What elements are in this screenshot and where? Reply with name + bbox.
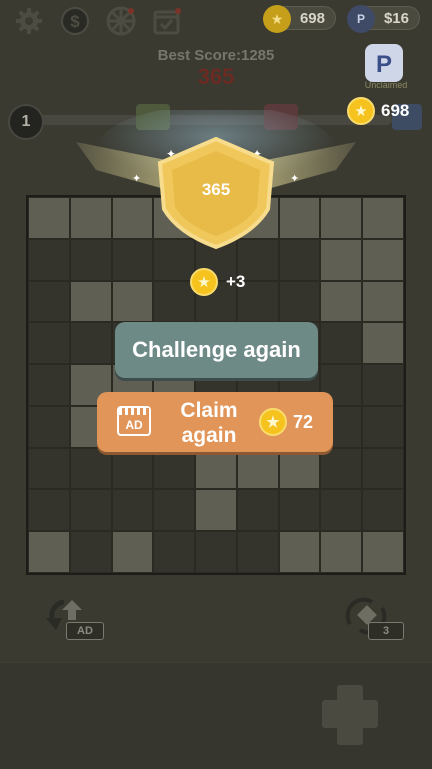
board-cell <box>195 531 237 573</box>
board-cell <box>28 322 70 365</box>
board-cell <box>278 531 321 573</box>
dollar-icon[interactable]: $ <box>60 6 90 36</box>
board-cell <box>153 531 196 573</box>
board-cell <box>320 322 363 365</box>
claim-line-1: Claim <box>180 399 238 422</box>
board-cell <box>153 447 196 490</box>
svg-text:✦: ✦ <box>290 173 299 185</box>
paypal-status: Unclaimed <box>364 80 408 90</box>
board-cell <box>28 405 70 448</box>
board-cell <box>320 447 363 490</box>
board-cell <box>195 447 237 490</box>
level-coin-reward: ★ 698 <box>347 97 409 125</box>
board-cell <box>195 489 237 532</box>
gear-icon[interactable] <box>14 6 44 36</box>
coin-balance-value: 698 <box>299 9 325 27</box>
coin-icon: ★ <box>259 408 287 436</box>
game-screen: $ ★ 698 P $16 Best Score:1285 365 P Uncl… <box>0 0 432 769</box>
board-cell <box>153 280 196 323</box>
board-cell <box>320 531 363 573</box>
challenge-again-button[interactable]: Challenge again <box>115 322 318 378</box>
board-cell <box>320 489 363 532</box>
piece-tray <box>0 662 432 769</box>
calendar-icon[interactable] <box>152 6 182 36</box>
board-cell <box>111 489 154 532</box>
claim-again-button[interactable]: AD Claim again ★ 72 <box>97 392 333 452</box>
board-cell <box>278 280 321 323</box>
board-cell <box>236 531 279 573</box>
video-ad-icon: AD <box>117 406 151 436</box>
board-cell <box>362 489 404 532</box>
board-cell <box>28 238 70 281</box>
board-cell <box>278 489 321 532</box>
board-cell <box>28 531 70 573</box>
cash-balance[interactable]: P $16 <box>347 5 420 33</box>
board-cell <box>362 405 404 448</box>
svg-text:✦: ✦ <box>132 173 141 185</box>
coin-icon: ★ <box>190 268 218 296</box>
board-cell <box>28 364 70 406</box>
claim-line-2: again <box>181 424 237 447</box>
claim-again-label: Claim again <box>163 398 255 448</box>
reward-value: +3 <box>226 272 246 291</box>
wheel-icon[interactable] <box>106 6 136 36</box>
board-cell <box>69 280 112 323</box>
coin-balance[interactable]: ★ 698 <box>263 5 336 33</box>
board-cell <box>28 489 70 532</box>
svg-text:$: $ <box>70 12 80 31</box>
board-cell <box>362 322 404 365</box>
board-cell <box>111 280 154 323</box>
board-cell <box>28 280 70 323</box>
reward-indicator: ★ +3 <box>190 268 245 296</box>
board-cell <box>362 280 404 323</box>
svg-text:P: P <box>376 51 392 78</box>
board-cell <box>111 447 154 490</box>
paypal-icon: P <box>347 5 375 33</box>
board-cell <box>362 531 404 573</box>
board-cell <box>69 489 112 532</box>
board-cell <box>153 489 196 532</box>
rotate-count: 3 <box>368 622 404 640</box>
board-cell <box>236 489 279 532</box>
board-cell <box>278 447 321 490</box>
board-cell <box>69 447 112 490</box>
board-cell <box>362 197 404 239</box>
board-cell <box>69 531 112 573</box>
paypal-reward-icon[interactable]: P <box>365 44 403 82</box>
board-cell <box>236 447 279 490</box>
top-bar: $ ★ 698 P $16 <box>0 0 432 40</box>
claim-cost-value: 72 <box>293 411 314 432</box>
shield-score: 365 <box>201 180 231 199</box>
coin-icon: ★ <box>263 5 291 33</box>
board-cell <box>320 280 363 323</box>
undo-ad-tag: AD <box>66 622 104 640</box>
board-cell <box>28 447 70 490</box>
board-cell <box>111 531 154 573</box>
claim-cost: ★ 72 <box>259 408 313 436</box>
board-cell <box>69 322 112 365</box>
board-cell <box>362 447 404 490</box>
cash-balance-value: $16 <box>383 9 409 27</box>
level-badge: 1 <box>8 104 44 140</box>
board-cell <box>28 197 70 239</box>
board-cell <box>362 364 404 406</box>
ad-tag: AD <box>125 418 143 432</box>
level-coin-value: 698 <box>381 101 410 120</box>
board-cell <box>362 238 404 281</box>
